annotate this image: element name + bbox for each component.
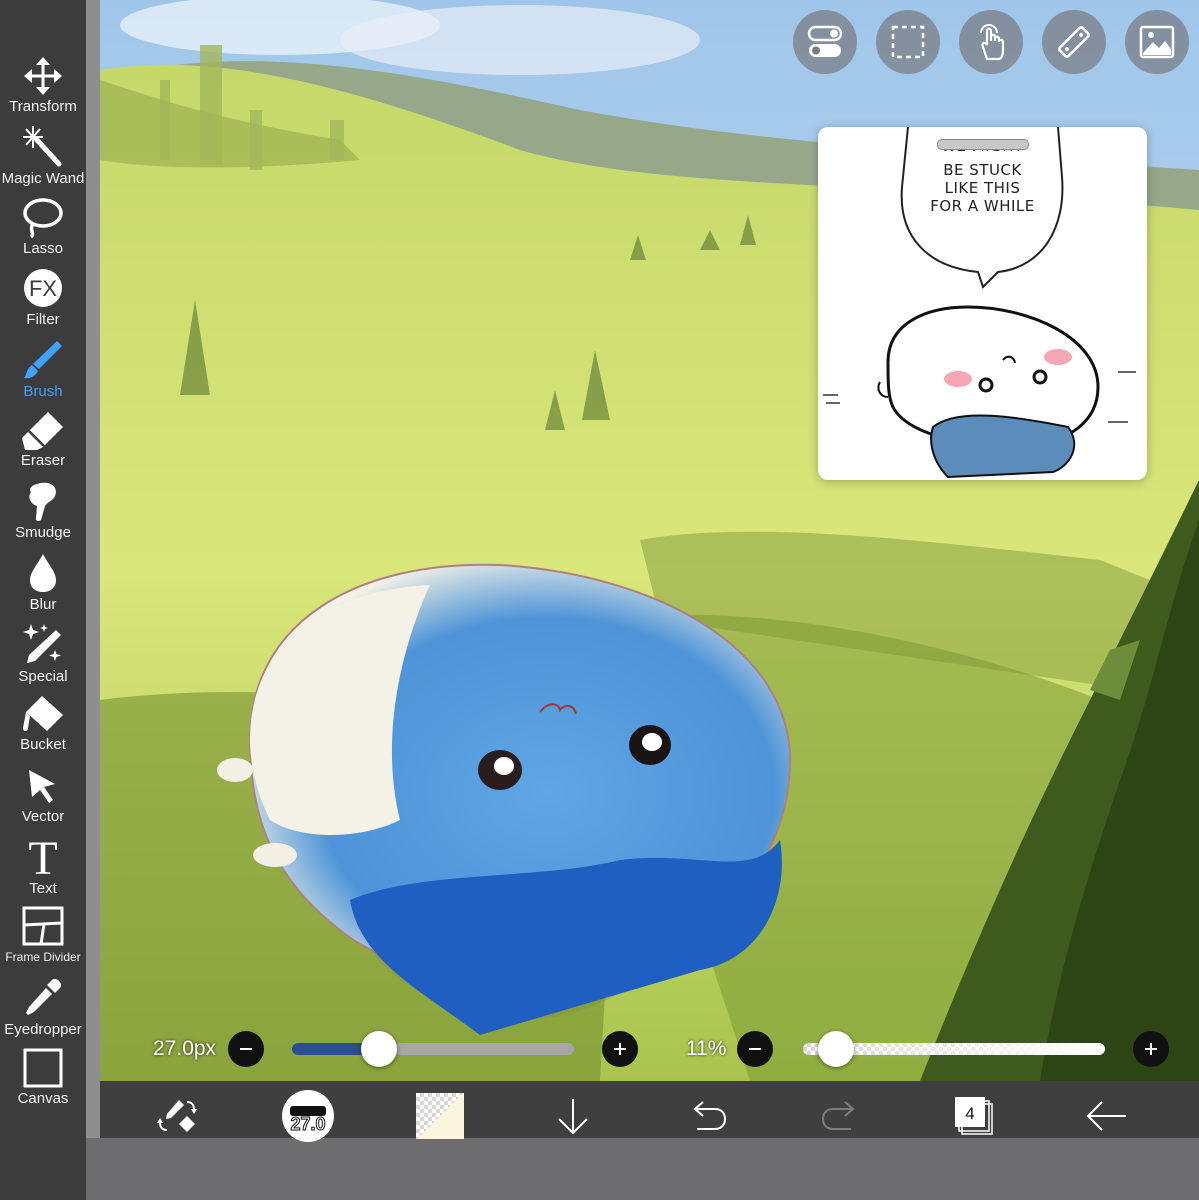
- tool-frame-divider[interactable]: Frame Divider: [0, 906, 86, 965]
- tool-transform[interactable]: Transform: [0, 56, 86, 115]
- download-button[interactable]: [550, 1091, 596, 1141]
- brush-size-increase-button[interactable]: [602, 1031, 638, 1067]
- droplet-icon: [30, 554, 56, 592]
- move-arrows-icon: [24, 57, 62, 95]
- swap-pen-eraser-icon: [157, 1100, 197, 1132]
- bucket-icon: [23, 696, 63, 731]
- tool-magic-wand[interactable]: Magic Wand: [0, 124, 86, 187]
- brush-preview-button[interactable]: 27.0: [280, 1090, 336, 1142]
- back-button[interactable]: [1082, 1091, 1130, 1141]
- undo-button[interactable]: [684, 1091, 730, 1141]
- eyedropper-icon: [26, 978, 62, 1015]
- tool-text[interactable]: T Text: [0, 832, 86, 897]
- plus-icon: [614, 1043, 626, 1055]
- lasso-icon: [23, 198, 63, 238]
- tool-lasso[interactable]: Lasso: [0, 196, 86, 257]
- brush-preview-circle: 27.0: [282, 1090, 334, 1142]
- tool-label: Frame Divider: [5, 950, 81, 964]
- opacity-slider-knob[interactable]: [818, 1031, 855, 1067]
- speech-line: BE STUCK: [943, 161, 1022, 179]
- ruler-button[interactable]: [1042, 10, 1106, 74]
- redo-button[interactable]: [818, 1091, 864, 1141]
- toggle-switches-icon: [807, 25, 843, 57]
- tool-label: Vector: [21, 808, 65, 825]
- toggle-button[interactable]: [793, 10, 857, 74]
- color-swatch: [416, 1093, 464, 1139]
- selection-button[interactable]: [876, 10, 940, 74]
- ruler-icon: [1058, 26, 1090, 58]
- svg-text:FX: FX: [29, 276, 57, 301]
- brush-size-decrease-button[interactable]: [228, 1031, 264, 1067]
- brush-preview-size: 27.0: [290, 1114, 326, 1135]
- pointer-arrow-icon: [29, 770, 55, 803]
- tool-label: Canvas: [17, 1090, 69, 1107]
- reference-image-icon: [1139, 25, 1175, 59]
- tool-label: Eraser: [20, 452, 66, 469]
- tool-label: Blur: [29, 596, 57, 613]
- swap-brush-eraser-button[interactable]: [150, 1091, 204, 1141]
- arrow-down-icon: [558, 1099, 588, 1135]
- reference-window-handle[interactable]: [937, 139, 1029, 150]
- brush-icon: [24, 341, 62, 379]
- bottom-margin: [86, 1138, 1199, 1200]
- canvas-square-icon: [23, 1048, 63, 1088]
- tool-eraser[interactable]: Eraser: [0, 410, 86, 469]
- tool-label: Smudge: [15, 524, 71, 541]
- plus-icon: [1145, 1043, 1157, 1055]
- tool-label: Text: [29, 880, 57, 897]
- tool-smudge[interactable]: Smudge: [0, 480, 86, 541]
- undo-icon: [693, 1101, 727, 1130]
- minus-icon: [749, 1048, 761, 1050]
- tool-label: Brush: [23, 383, 63, 400]
- tool-label: Lasso: [22, 240, 64, 257]
- selection-rect-icon: [891, 25, 925, 59]
- layers-button[interactable]: 4: [950, 1091, 998, 1141]
- sidebar-edge: [86, 0, 100, 1200]
- brush-size-value: 27.0px: [153, 1037, 217, 1060]
- tool-label: Transform: [9, 98, 77, 115]
- opacity-value: 11%: [686, 1037, 727, 1060]
- tool-label: Filter: [26, 311, 60, 328]
- tool-bucket[interactable]: Bucket: [0, 694, 86, 753]
- reference-button[interactable]: [1125, 10, 1189, 74]
- speech-line: LIKE THIS: [944, 179, 1021, 197]
- tool-blur[interactable]: Blur: [0, 552, 86, 613]
- sparkle-pen-icon: [23, 624, 61, 663]
- redo-icon: [821, 1101, 855, 1130]
- speech-line: FOR A WHILE: [930, 197, 1035, 215]
- tool-filter[interactable]: FX Filter: [0, 267, 86, 328]
- tool-eyedropper[interactable]: Eyedropper: [0, 977, 86, 1038]
- minus-icon: [240, 1048, 252, 1050]
- smudge-icon: [29, 482, 56, 522]
- reference-window[interactable]: WE MIGHT BE STUCK LIKE THIS FOR A WHILE: [818, 127, 1147, 480]
- tool-vector[interactable]: Vector: [0, 766, 86, 825]
- tool-brush[interactable]: Brush: [0, 337, 86, 400]
- tool-label: Eyedropper: [4, 1021, 82, 1038]
- tool-label: Bucket: [20, 736, 66, 753]
- color-button[interactable]: [414, 1091, 466, 1141]
- svg-text:T: T: [28, 832, 57, 878]
- svg-text:4: 4: [965, 1104, 974, 1123]
- frame-divider-icon: [22, 906, 64, 946]
- touch-hand-icon: [980, 24, 1005, 61]
- opacity-decrease-button[interactable]: [737, 1031, 773, 1067]
- touch-button[interactable]: [959, 10, 1023, 74]
- arrow-left-icon: [1086, 1101, 1126, 1131]
- tool-special[interactable]: Special: [0, 622, 86, 685]
- bottom-toolbar: [100, 1081, 1199, 1138]
- tool-canvas[interactable]: Canvas: [0, 1048, 86, 1107]
- brush-size-slider[interactable]: [292, 1043, 574, 1055]
- eraser-icon: [22, 412, 63, 450]
- tool-label: Magic Wand: [1, 170, 85, 187]
- tool-label: Special: [18, 668, 68, 685]
- magic-wand-icon: [23, 126, 62, 167]
- opacity-increase-button[interactable]: [1133, 1031, 1169, 1067]
- layers-icon: 4: [955, 1097, 993, 1135]
- fx-icon: FX: [24, 269, 62, 307]
- text-t-icon: T: [28, 832, 57, 878]
